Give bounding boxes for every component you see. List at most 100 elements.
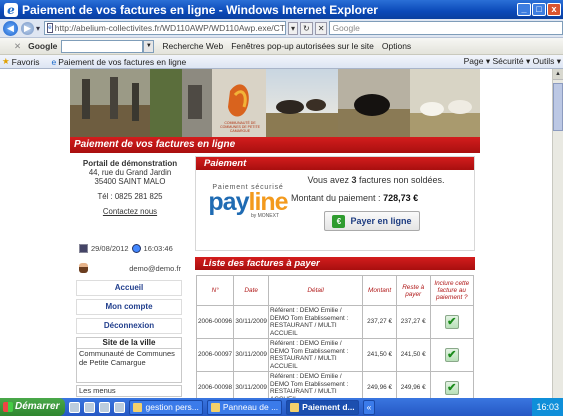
date-text: 29/08/2012 xyxy=(91,244,129,253)
menu-mon-compte[interactable]: Mon compte xyxy=(76,299,182,315)
banner-photos xyxy=(70,69,480,137)
history-dropdown-icon[interactable]: ▾ xyxy=(36,24,40,33)
pay-online-button[interactable]: € Payer en ligne xyxy=(324,211,420,231)
site-box: Site de la ville Communauté de Communes … xyxy=(76,337,182,383)
windows-flag-icon xyxy=(3,402,13,412)
quicklaunch-desktop-icon[interactable] xyxy=(114,401,126,413)
maximize-button[interactable]: □ xyxy=(532,3,546,16)
payment-panel: Paiement Vous avez 3 factures non soldée… xyxy=(195,156,475,251)
include-checkbox[interactable]: ✔ xyxy=(444,315,459,329)
quicklaunch-folder-icon[interactable] xyxy=(84,401,96,413)
favorites-star-icon[interactable]: ★ xyxy=(2,56,10,67)
forward-button[interactable]: ▶ xyxy=(21,21,34,35)
url-dropdown-button[interactable]: ▾ xyxy=(288,21,299,35)
panel-icon xyxy=(210,402,220,412)
site-box-title: Site de la ville xyxy=(77,338,181,349)
include-checkbox[interactable]: ✔ xyxy=(444,381,459,395)
quicklaunch-ie-icon[interactable] xyxy=(69,401,81,413)
invoice-montant: 241,50 € xyxy=(362,338,397,372)
page-viewport: COMMUNAUTÉ DE COMMUNES DE PETITE CAMARGU… xyxy=(0,69,552,398)
street: 44, rue du Grand Jardin xyxy=(88,168,172,177)
invoice-num: 2006-00098 xyxy=(195,371,235,398)
task-gestion[interactable]: gestion pers... xyxy=(129,399,203,415)
payment-title: Paiement xyxy=(196,157,474,170)
address-bar: ◀ ▶ ▾ e http://abelium-collectivites.fr/… xyxy=(0,19,563,38)
page-title: Paiement de vos factures en ligne xyxy=(70,137,480,153)
task-paiement[interactable]: Paiement d... xyxy=(286,399,359,415)
menu-deconnexion[interactable]: Déconnexion xyxy=(76,318,182,334)
user-email: demo@demo.fr xyxy=(129,263,181,273)
menu-accueil[interactable]: Accueil xyxy=(76,280,182,296)
vertical-scrollbar[interactable]: ▲ xyxy=(552,69,563,398)
invoice-date: 30/11/2009 xyxy=(233,305,269,339)
favorites-label[interactable]: Favoris xyxy=(12,57,40,67)
include-checkbox[interactable]: ✔ xyxy=(444,348,459,362)
invoice-num: 2006-00097 xyxy=(195,338,235,372)
time-text: 16:03:46 xyxy=(143,244,173,253)
search-web-button[interactable]: Recherche Web xyxy=(162,41,223,51)
window-titlebar: e Paiement de vos factures en ligne - Wi… xyxy=(0,0,563,19)
contact-link[interactable]: Contactez nous xyxy=(77,207,183,216)
close-toolbar-icon: ✕ xyxy=(14,40,22,51)
google-search-input[interactable] xyxy=(61,39,144,53)
task-more[interactable]: « xyxy=(362,399,376,415)
clock-icon xyxy=(131,244,141,253)
google-dropdown-button[interactable]: ▼ xyxy=(143,39,155,53)
scroll-up-arrow[interactable]: ▲ xyxy=(553,69,563,80)
invoice-date: 30/11/2009 xyxy=(233,338,269,372)
pay-online-label: Payer en ligne xyxy=(350,216,412,226)
invoice-num: 2006-00096 xyxy=(195,305,235,339)
side-menu: Accueil Mon compte Déconnexion xyxy=(76,280,182,337)
payline-logo: Paiement sécurisé payline by MONEXT xyxy=(208,184,288,219)
address-block: Portail de démonstration 44, rue du Gran… xyxy=(77,159,183,216)
portal-name: Portail de démonstration xyxy=(82,159,178,168)
stop-button[interactable]: ✕ xyxy=(314,21,328,35)
payment-icon: € xyxy=(332,214,346,228)
date-time: 29/08/2012 16:03:46 xyxy=(79,244,189,253)
invoice-montant: 249,96 € xyxy=(362,371,397,398)
logo-text: COMMUNAUTÉ DE COMMUNES DE PETITE CAMARGU… xyxy=(220,121,260,133)
refresh-button[interactable]: ↻ xyxy=(300,21,313,35)
col-header-reste: Reste à payer xyxy=(395,275,431,306)
clock: 16:03 xyxy=(536,402,559,412)
popups-button[interactable]: Fenêtres pop-up autorisées sur le site xyxy=(231,41,374,51)
invoice-list-title: Liste des factures à payer xyxy=(195,257,475,270)
city: 35400 SAINT MALO xyxy=(94,177,166,186)
web-page: COMMUNAUTÉ DE COMMUNES DE PETITE CAMARGU… xyxy=(70,69,480,398)
search-input[interactable]: Google xyxy=(329,21,563,35)
back-button[interactable]: ◀ xyxy=(3,20,18,36)
options-button[interactable]: Options xyxy=(382,41,411,51)
start-button[interactable]: Démarrer xyxy=(0,398,66,416)
url-field[interactable]: e http://abelium-collectivites.fr/WD110A… xyxy=(44,21,287,35)
window-title: Paiement de vos factures en ligne - Wind… xyxy=(22,2,378,17)
phone: Tél : 0825 281 825 xyxy=(97,192,163,201)
task-panneau[interactable]: Panneau de ... xyxy=(206,399,283,415)
tab-ie-icon: e xyxy=(51,56,57,67)
payment-message: Vous avez 3 factures non soldées. xyxy=(307,175,445,185)
close-button[interactable]: x xyxy=(547,3,561,16)
invoice-list-panel: Liste des factures à payer N° Date Détai… xyxy=(195,257,475,398)
sidebar: Portail de démonstration 44, rue du Gran… xyxy=(70,153,190,398)
banner: COMMUNAUTÉ DE COMMUNES DE PETITE CAMARGU… xyxy=(70,69,480,137)
search-placeholder: Google xyxy=(332,23,360,33)
minimize-button[interactable]: _ xyxy=(517,3,531,16)
table-row: 2006-00098 30/11/2009 Référent : DEMO Em… xyxy=(195,371,475,398)
invoice-detail: Référent : DEMO Emilie / DEMO Tom Etabli… xyxy=(267,305,364,339)
scroll-thumb[interactable] xyxy=(553,83,563,131)
les-menus[interactable]: Les menus xyxy=(76,385,182,397)
invoice-date: 30/11/2009 xyxy=(233,371,269,398)
amount-value: 728,73 € xyxy=(383,193,419,203)
site-box-body[interactable]: Communauté de Communes de Petite Camargu… xyxy=(77,349,181,368)
url-text: http://abelium-collectivites.fr/WD110AWP… xyxy=(54,23,286,33)
invoice-detail: Référent : DEMO Emilie / DEMO Tom Etabli… xyxy=(267,371,364,398)
command-bar[interactable]: Page ▾ Sécurité ▾ Outils ▾ xyxy=(464,56,561,67)
folder-icon xyxy=(133,402,143,412)
google-toolbar: ✕ Google ▼ Recherche Web Fenêtres pop-up … xyxy=(0,38,563,55)
taskbar: Démarrer gestion pers... Panneau de ... … xyxy=(0,398,563,416)
google-toolbar-label: ✕ Google xyxy=(14,40,58,51)
invoice-reste: 237,27 € xyxy=(395,305,431,339)
browser-tab[interactable]: e Paiement de vos factures en ligne xyxy=(52,57,187,67)
invoice-montant: 237,27 € xyxy=(362,305,397,339)
col-header-montant: Montant xyxy=(362,275,397,306)
quicklaunch-app-icon[interactable] xyxy=(99,401,111,413)
